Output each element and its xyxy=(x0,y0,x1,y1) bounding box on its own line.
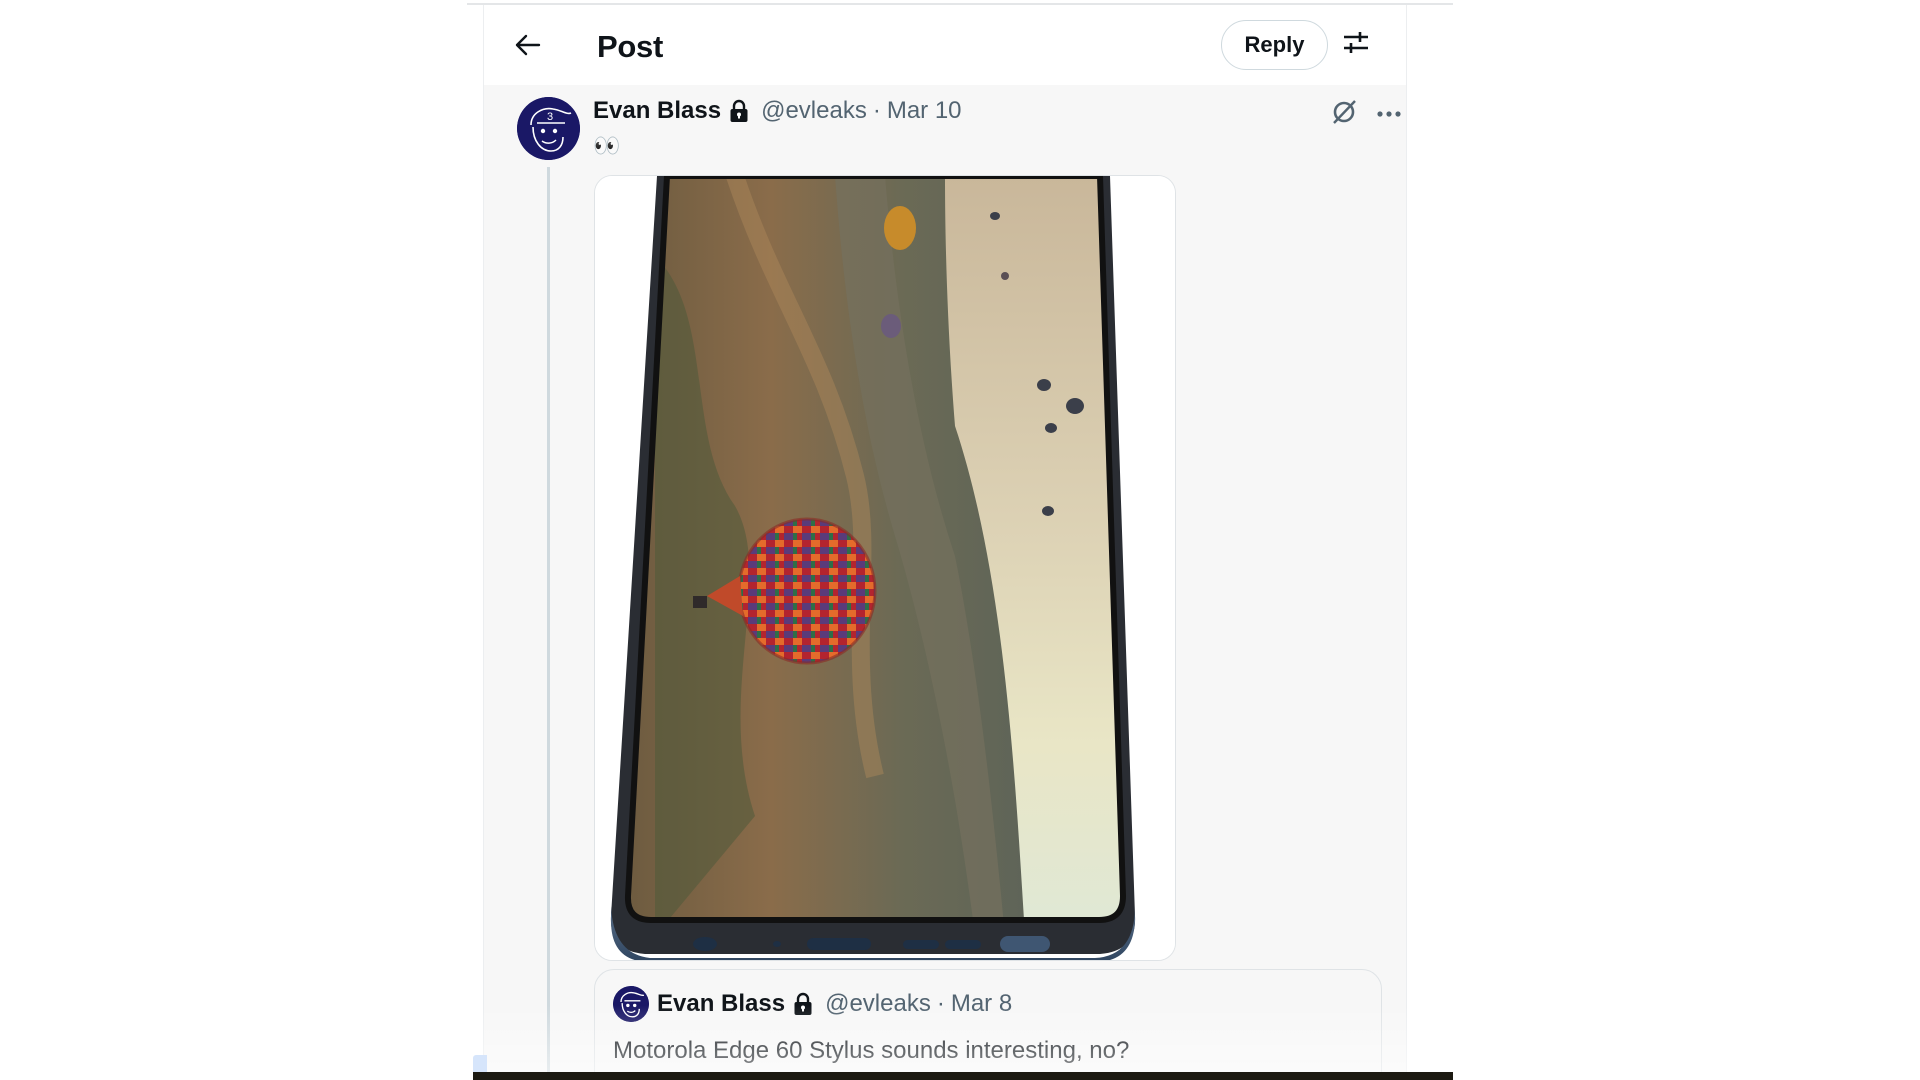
post-column: Post Reply 3 Evan Blass @evleaks · Mar 1… xyxy=(483,5,1407,1075)
reply-button[interactable]: Reply xyxy=(1221,20,1328,70)
grok-icon xyxy=(1330,98,1358,131)
post-author-row: Evan Blass @evleaks · Mar 10 xyxy=(593,95,962,127)
quoted-post-text: Motorola Edge 60 Stylus sounds interesti… xyxy=(613,1037,1130,1064)
avatar-illustration xyxy=(613,986,649,1022)
quoted-post-date: Mar 8 xyxy=(950,990,1013,1017)
page-title: Post xyxy=(597,29,663,64)
grok-button[interactable] xyxy=(1327,97,1361,131)
bottom-video-strip xyxy=(473,1072,1453,1080)
author-handle[interactable]: @evleaks xyxy=(761,95,867,127)
svg-text:3: 3 xyxy=(547,111,553,123)
lock-icon xyxy=(793,992,813,1016)
separator: · xyxy=(936,990,945,1017)
author-name[interactable]: Evan Blass xyxy=(593,95,721,127)
post-date[interactable]: Mar 10 xyxy=(887,95,962,127)
more-options-button[interactable] xyxy=(1372,97,1406,131)
post: 3 Evan Blass @evleaks · Mar 10 👀 Evan Bl… xyxy=(484,85,1406,1075)
avatar-illustration: 3 xyxy=(517,97,580,160)
more-horizontal-icon xyxy=(1376,105,1402,123)
avatar[interactable]: 3 xyxy=(517,97,580,160)
thread-connector xyxy=(547,167,550,1075)
post-media-image[interactable] xyxy=(594,175,1176,961)
separator: · xyxy=(872,97,881,124)
arrow-left-icon xyxy=(515,34,541,61)
back-button[interactable] xyxy=(506,25,550,69)
post-header: Post Reply xyxy=(484,5,1406,85)
phone-photo xyxy=(595,176,1175,960)
quoted-avatar xyxy=(613,986,649,1022)
reply-settings-button[interactable] xyxy=(1338,27,1374,63)
quoted-post[interactable]: Evan Blass @evleaks · Mar 8 Motorola Edg… xyxy=(594,969,1382,1075)
lock-icon xyxy=(729,99,749,123)
post-text: 👀 xyxy=(593,133,621,158)
quoted-author-name: Evan Blass xyxy=(657,990,786,1017)
quoted-author-row: Evan Blass @evleaks · Mar 8 xyxy=(613,986,1012,1022)
sliders-icon xyxy=(1343,31,1369,60)
quoted-author-handle: @evleaks xyxy=(825,990,931,1017)
